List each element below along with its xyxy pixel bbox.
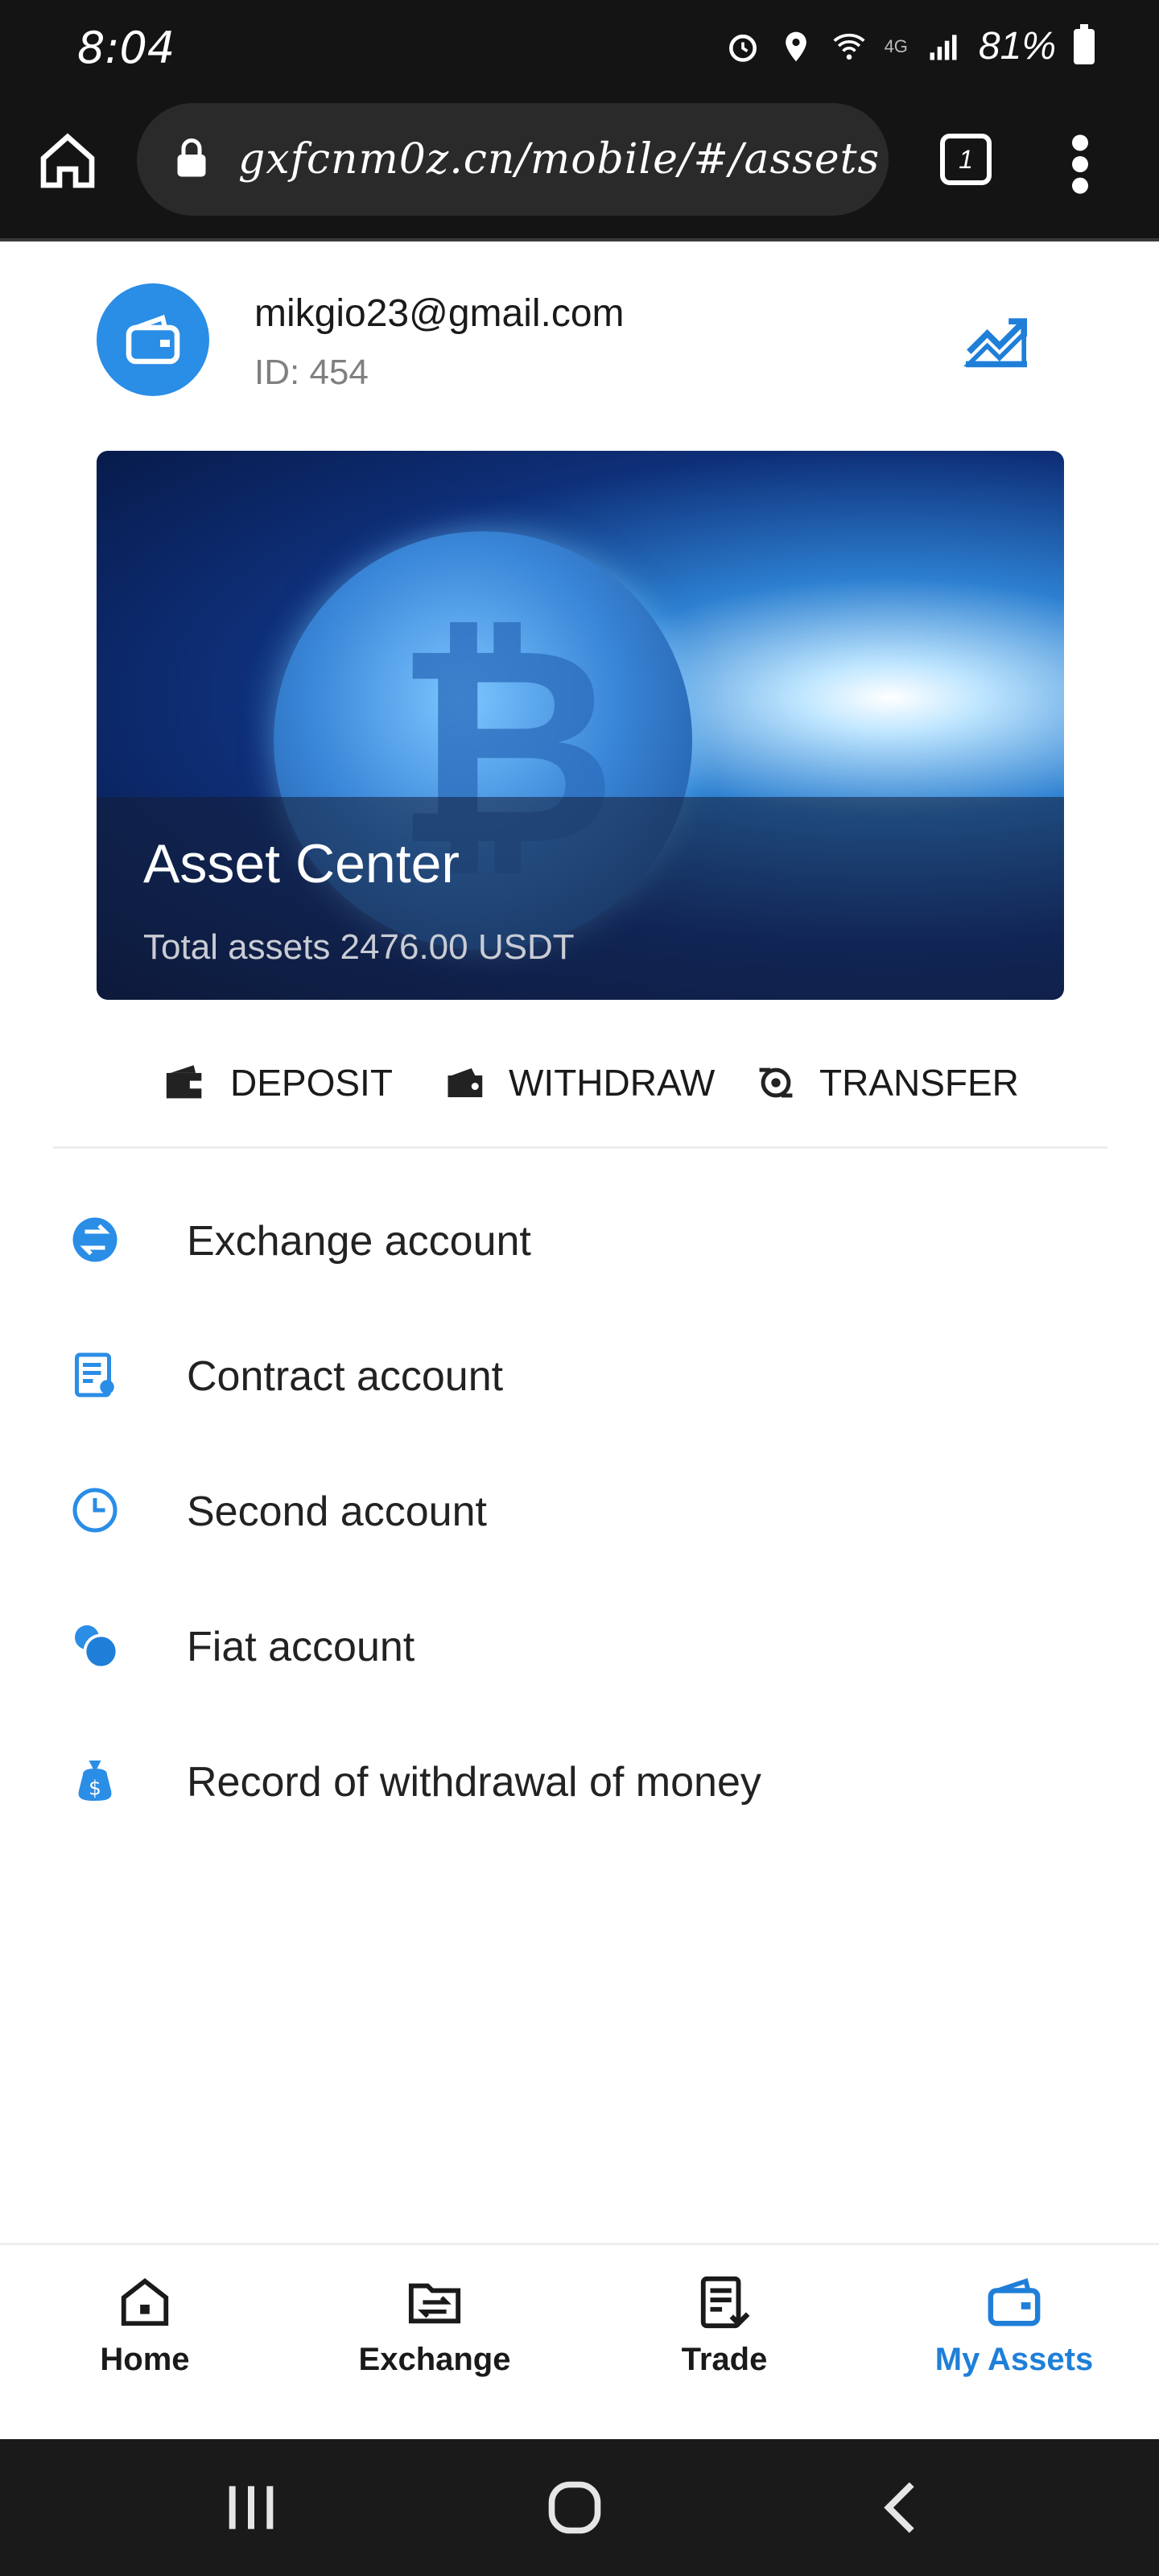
trend-chart-icon[interactable] [959,309,1033,370]
asset-center-banner: ₿ Asset Center Total assets 2476.00 USDT [97,451,1064,1000]
account-row-exchange[interactable]: Exchange account [0,1179,1159,1299]
clock-time: 8:04 [77,23,175,73]
account-row-fiat[interactable]: Fiat account [0,1584,1159,1705]
status-bar: 8:04 4G 81% [0,0,1159,97]
wifi-icon [833,33,865,60]
battery-icon [1074,23,1095,64]
back-icon[interactable] [877,2479,926,2536]
transfer-label: TRANSFER [819,1062,1019,1104]
nav-label: My Assets [934,2342,1094,2377]
contract-icon [75,1352,114,1397]
deposit-label: DEPOSIT [230,1062,393,1104]
account-row-contract[interactable]: Contract account [0,1314,1159,1435]
banner-shade [97,797,1064,1000]
nav-label: Trade [681,2342,768,2377]
account-row-second[interactable]: Second account [0,1449,1159,1570]
battery-percent: 81% [978,25,1056,68]
wallet-icon [988,2277,1041,2326]
alarm-icon [728,34,757,62]
user-email: mikgio23@gmail.com [254,292,625,335]
account-label: Exchange account [187,1218,531,1265]
status-icons: 4G 81% [725,23,1095,68]
account-label: Second account [187,1488,487,1535]
bottom-navigation: Home Exchange Trade My Assets [0,2243,1159,2442]
system-navigation-bar [0,2439,1159,2576]
network-type: 4G [884,35,908,56]
url-bar[interactable]: gxfcnm0z.cn/mobile/#/assets [137,103,889,216]
svg-text:$: $ [89,1777,101,1800]
nav-label: Exchange [358,2342,511,2377]
section-divider [53,1146,1107,1149]
withdraw-label: WITHDRAW [509,1062,716,1104]
nav-my-assets[interactable]: My Assets [918,2274,1111,2378]
asset-actions: DEPOSIT WITHDRAW TRANSFER [0,1046,1159,1119]
browser-home-icon[interactable] [35,129,100,193]
recent-apps-icon[interactable] [219,2479,283,2536]
account-label: Record of withdrawal of money [187,1759,761,1806]
location-icon [785,31,806,61]
system-home-icon[interactable] [544,2479,605,2536]
trade-icon [700,2276,750,2329]
signal-icon [930,34,957,60]
money-bag-icon: $ [78,1761,112,1801]
lock-icon [177,138,206,177]
browser-toolbar: gxfcnm0z.cn/mobile/#/assets 1 [0,97,1159,242]
account-label: Fiat account [187,1624,415,1670]
transfer-icon [759,1067,793,1098]
account-label: Contract account [187,1353,504,1400]
nav-trade[interactable]: Trade [628,2274,821,2378]
clock-icon [72,1488,118,1533]
nav-label: Home [100,2342,190,2377]
avatar[interactable] [97,283,209,396]
transfer-button[interactable]: TRANSFER [753,1046,1019,1119]
profile-header: mikgio23@gmail.com ID: 454 [0,242,1159,435]
coins-icon [75,1625,119,1670]
user-id: ID: 454 [254,353,369,392]
url-text[interactable]: gxfcnm0z.cn/mobile/#/assets [238,135,880,184]
more-menu-icon[interactable] [1062,132,1098,196]
exchange-folder-icon [408,2283,461,2324]
home-icon [121,2278,169,2326]
withdraw-button[interactable]: WITHDRAW [444,1046,715,1119]
nav-exchange[interactable]: Exchange [338,2274,531,2378]
deposit-wallet-icon [166,1065,204,1099]
tab-switcher-button[interactable]: 1 [940,134,992,185]
wallet-avatar-icon [126,315,180,365]
total-assets: Total assets 2476.00 USDT [143,927,575,967]
asset-center-title: Asset Center [143,833,460,894]
account-row-withdrawal-record[interactable]: $ Record of withdrawal of money [0,1719,1159,1840]
deposit-button[interactable]: DEPOSIT [163,1046,393,1119]
nav-home[interactable]: Home [48,2274,241,2378]
exchange-icon [72,1217,118,1262]
withdraw-wallet-icon [448,1068,483,1097]
